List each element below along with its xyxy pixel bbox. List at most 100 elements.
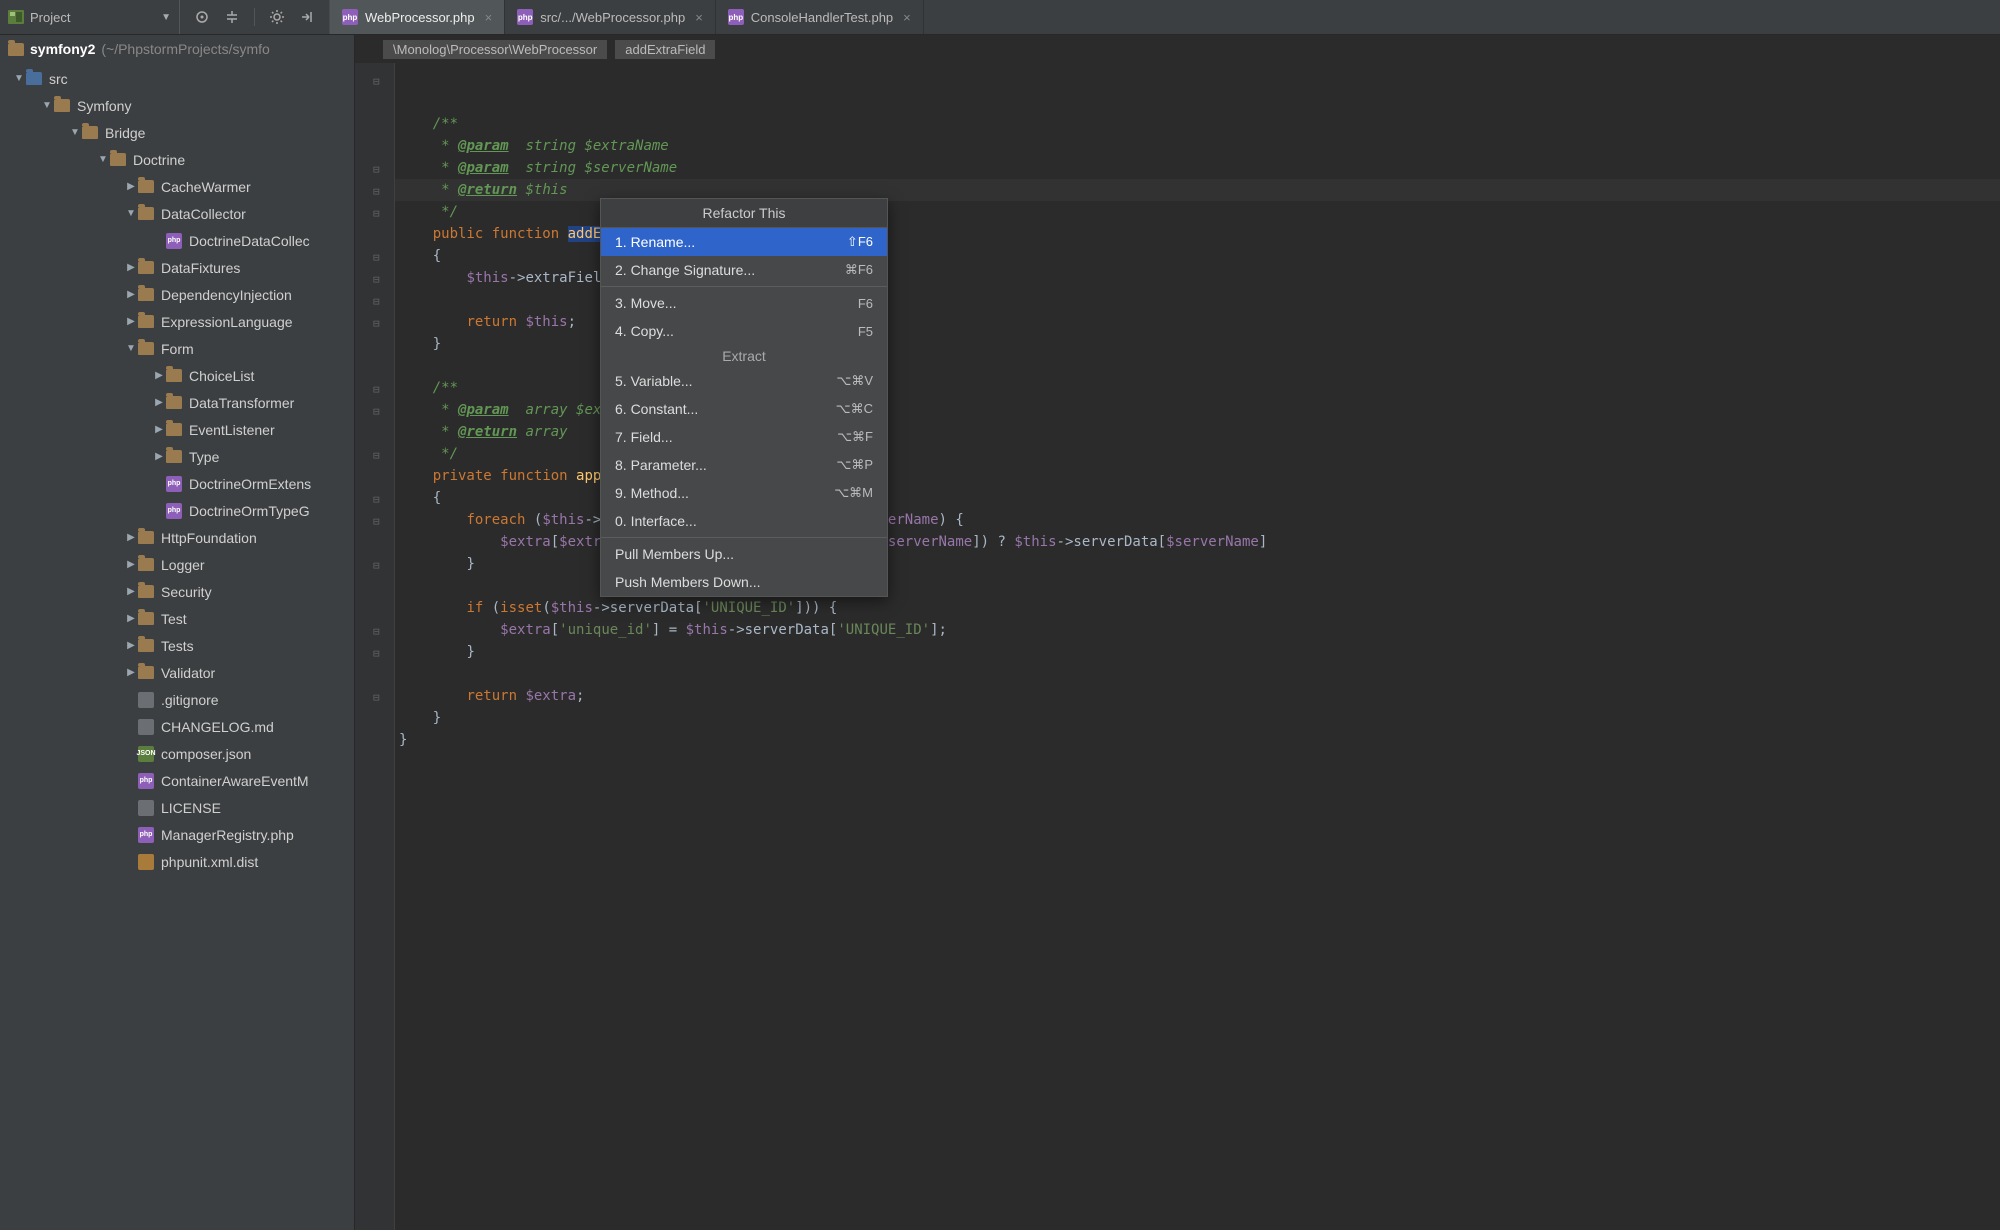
fold-marker-icon[interactable]: ⊟: [373, 383, 380, 396]
tab-consolehandlertest[interactable]: php ConsoleHandlerTest.php ×: [716, 0, 924, 34]
tree-node--gitignore[interactable]: .gitignore: [0, 686, 354, 713]
arrow-down-icon[interactable]: [96, 154, 110, 165]
fold-marker-icon[interactable]: ⊟: [373, 449, 380, 462]
fold-marker-icon[interactable]: ⊟: [373, 317, 380, 330]
arrow-right-icon[interactable]: [124, 586, 138, 597]
arrow-right-icon[interactable]: [124, 316, 138, 327]
folder-icon: [138, 531, 154, 544]
fold-marker-icon[interactable]: ⊟: [373, 691, 380, 704]
gutter[interactable]: ⊟ ⊟ ⊟ ⊟ ⊟ ⊟ ⊟ ⊟ ⊟ ⊟ ⊟ ⊟ ⊟ ⊟ ⊟ ⊟ ⊟: [355, 63, 395, 1230]
tree-node-src[interactable]: src: [0, 65, 354, 92]
arrow-right-icon[interactable]: [124, 532, 138, 543]
menu-item-6-constant[interactable]: 6. Constant...⌥⌘C: [601, 395, 887, 423]
arrow-down-icon[interactable]: [12, 73, 26, 84]
menu-item-7-field[interactable]: 7. Field...⌥⌘F: [601, 423, 887, 451]
fold-marker-icon[interactable]: ⊟: [373, 647, 380, 660]
fold-marker-icon[interactable]: ⊟: [373, 251, 380, 264]
breadcrumb-class[interactable]: \Monolog\Processor\WebProcessor: [383, 40, 607, 59]
tree-node-choicelist[interactable]: ChoiceList: [0, 362, 354, 389]
tree-node-datacollector[interactable]: DataCollector: [0, 200, 354, 227]
tree-node-eventlistener[interactable]: EventListener: [0, 416, 354, 443]
tree-node-datafixtures[interactable]: DataFixtures: [0, 254, 354, 281]
arrow-down-icon[interactable]: [68, 127, 82, 138]
collapse-all-icon[interactable]: [224, 9, 240, 25]
arrow-right-icon[interactable]: [124, 289, 138, 300]
tree-node-security[interactable]: Security: [0, 578, 354, 605]
tree-node-doctrine[interactable]: Doctrine: [0, 146, 354, 173]
tree-node-logger[interactable]: Logger: [0, 551, 354, 578]
arrow-right-icon[interactable]: [152, 424, 166, 435]
fold-marker-icon[interactable]: ⊟: [373, 207, 380, 220]
tree-node-doctrineormextens[interactable]: phpDoctrineOrmExtens: [0, 470, 354, 497]
arrow-right-icon[interactable]: [152, 370, 166, 381]
fold-marker-icon[interactable]: ⊟: [373, 295, 380, 308]
tree-node-expressionlanguage[interactable]: ExpressionLanguage: [0, 308, 354, 335]
tree-node-doctrineormtypeg[interactable]: phpDoctrineOrmTypeG: [0, 497, 354, 524]
tree-node-tests[interactable]: Tests: [0, 632, 354, 659]
arrow-right-icon[interactable]: [152, 397, 166, 408]
code-area[interactable]: ⊟⊟⊟⊟⊟⊟⊟⊟⊟⊟⊟⊟⊟⊟⊟⊟⊟ /** * @param string $e…: [355, 63, 2000, 1230]
arrow-right-icon[interactable]: [124, 640, 138, 651]
fold-marker-icon[interactable]: ⊟: [373, 625, 380, 638]
project-tool-selector[interactable]: Project ▼: [0, 0, 180, 34]
gear-icon[interactable]: [269, 9, 285, 25]
close-icon[interactable]: ×: [903, 10, 911, 25]
arrow-down-icon[interactable]: [124, 343, 138, 354]
arrow-right-icon[interactable]: [124, 559, 138, 570]
tree-node-license[interactable]: LICENSE: [0, 794, 354, 821]
breadcrumb-method[interactable]: addExtraField: [615, 40, 715, 59]
fold-marker-icon[interactable]: ⊟: [373, 493, 380, 506]
fold-marker-icon[interactable]: ⊟: [373, 185, 380, 198]
menu-item-3-move[interactable]: 3. Move...F6: [601, 289, 887, 317]
tree-node-changelog-md[interactable]: CHANGELOG.md: [0, 713, 354, 740]
tree-node-datatransformer[interactable]: DataTransformer: [0, 389, 354, 416]
tree-node-managerregistry-php[interactable]: phpManagerRegistry.php: [0, 821, 354, 848]
tree-node-bridge[interactable]: Bridge: [0, 119, 354, 146]
arrow-right-icon[interactable]: [152, 451, 166, 462]
fold-marker-icon[interactable]: ⊟: [373, 515, 380, 528]
tree-node-dependencyinjection[interactable]: DependencyInjection: [0, 281, 354, 308]
tree-node-containerawareeventm[interactable]: phpContainerAwareEventM: [0, 767, 354, 794]
tree-node-symfony[interactable]: Symfony: [0, 92, 354, 119]
tree-node-label: CHANGELOG.md: [161, 719, 274, 735]
close-icon[interactable]: ×: [695, 10, 703, 25]
menu-item-4-copy[interactable]: 4. Copy...F5: [601, 317, 887, 345]
fold-marker-icon[interactable]: ⊟: [373, 559, 380, 572]
tree-node-validator[interactable]: Validator: [0, 659, 354, 686]
scroll-from-source-icon[interactable]: [194, 9, 210, 25]
menu-item-9-method[interactable]: 9. Method...⌥⌘M: [601, 479, 887, 507]
arrow-down-icon[interactable]: [40, 100, 54, 111]
menu-item-8-parameter[interactable]: 8. Parameter...⌥⌘P: [601, 451, 887, 479]
fold-marker-icon[interactable]: ⊟: [373, 75, 380, 88]
project-root-row[interactable]: symfony2 (~/PhpstormProjects/symfo: [0, 35, 354, 63]
tree-node-type[interactable]: Type: [0, 443, 354, 470]
tree-node-composer-json[interactable]: JSONcomposer.json: [0, 740, 354, 767]
menu-item-pull-members-up[interactable]: Pull Members Up...: [601, 540, 887, 568]
menu-item-0-interface[interactable]: 0. Interface...: [601, 507, 887, 535]
menu-item-5-variable[interactable]: 5. Variable...⌥⌘V: [601, 367, 887, 395]
tree-node-doctrinedatacollec[interactable]: phpDoctrineDataCollec: [0, 227, 354, 254]
tab-webprocessor[interactable]: php WebProcessor.php ×: [330, 0, 505, 34]
tree-node-form[interactable]: Form: [0, 335, 354, 362]
tree-node-label: Validator: [161, 665, 215, 681]
menu-item-push-members-down[interactable]: Push Members Down...: [601, 568, 887, 596]
arrow-right-icon[interactable]: [124, 181, 138, 192]
fold-marker-icon[interactable]: ⊟: [373, 273, 380, 286]
fold-marker-icon[interactable]: ⊟: [373, 405, 380, 418]
php-file-icon: php: [166, 476, 182, 492]
menu-item-1-rename[interactable]: 1. Rename...⇧F6: [601, 228, 887, 256]
arrow-right-icon[interactable]: [124, 667, 138, 678]
menu-item-2-change-signature[interactable]: 2. Change Signature...⌘F6: [601, 256, 887, 284]
hide-icon[interactable]: [299, 9, 315, 25]
arrow-right-icon[interactable]: [124, 613, 138, 624]
arrow-down-icon[interactable]: [124, 208, 138, 219]
close-icon[interactable]: ×: [485, 10, 493, 25]
tab-webprocessor-src[interactable]: php src/.../WebProcessor.php ×: [505, 0, 716, 34]
project-tree[interactable]: srcSymfonyBridgeDoctrineCacheWarmerDataC…: [0, 63, 354, 895]
tree-node-httpfoundation[interactable]: HttpFoundation: [0, 524, 354, 551]
tree-node-phpunit-xml-dist[interactable]: phpunit.xml.dist: [0, 848, 354, 875]
tree-node-test[interactable]: Test: [0, 605, 354, 632]
fold-marker-icon[interactable]: ⊟: [373, 163, 380, 176]
tree-node-cachewarmer[interactable]: CacheWarmer: [0, 173, 354, 200]
arrow-right-icon[interactable]: [124, 262, 138, 273]
